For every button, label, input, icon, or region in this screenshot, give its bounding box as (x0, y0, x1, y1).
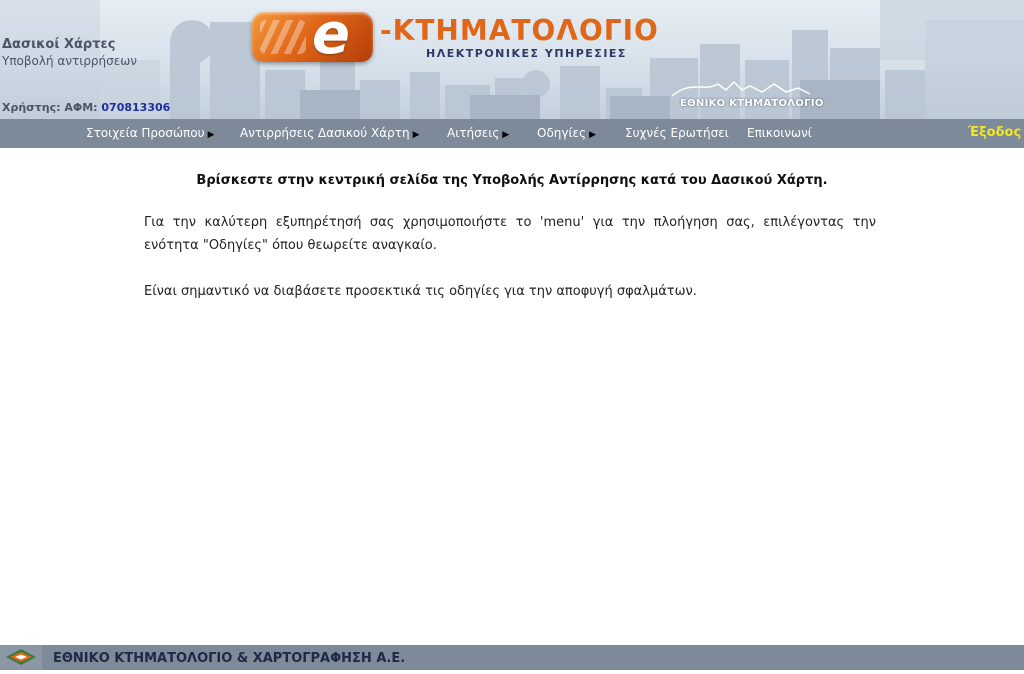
logout-link[interactable]: Έξοδος (968, 119, 1021, 148)
nav-item-label: Οδηγίες (537, 126, 587, 140)
footer-logo (0, 645, 42, 670)
page-header: Δασικοί Χάρτες Υποβολή αντιρρήσεων Χρήστ… (0, 0, 1024, 119)
site-title: Δασικοί Χάρτες (2, 37, 116, 52)
nav-item-faq[interactable]: Συχνές Ερωτήσει (625, 119, 731, 148)
nav-item-applications[interactable]: Αιτήσεις ▶ (447, 119, 509, 148)
info-paragraph-warning: Είναι σημαντικό να διαβάσετε προσεκτικά … (144, 284, 697, 299)
logo-stripes (260, 20, 306, 54)
stacked-layers-icon (6, 649, 36, 665)
triangle-right-icon: ▶ (502, 130, 510, 140)
nav-item-label: Συχνές Ερωτήσει (625, 126, 729, 140)
triangle-right-icon: ▶ (412, 130, 420, 140)
logo-subtitle: ΗΛΕΚΤΡΟΝΙΚΕΣ ΥΠΗΡΕΣΙΕΣ (426, 47, 627, 60)
e-logo-badge: e (252, 12, 373, 62)
user-label: Χρήστης: ΑΦΜ: (2, 101, 98, 114)
nav-item-personal-info[interactable]: Στοιχεία Προσώπου ▶ (86, 119, 214, 148)
main-nav: Στοιχεία Προσώπου ▶ Αντιρρήσεις Δασικού Χ… (0, 119, 1024, 148)
org-logo-text: ΕΘΝΙΚΟ ΚΤΗΜΑΤΟΛΟΓΙΟ (680, 98, 824, 109)
ktimatologio-hills-logo-icon (671, 80, 811, 97)
logo-letter: e (312, 12, 350, 62)
triangle-right-icon: ▶ (207, 130, 215, 140)
nav-item-contact[interactable]: Επικοινωνί (747, 119, 813, 148)
page-heading: Βρίσκεστε στην κεντρική σελίδα της Υποβο… (196, 173, 828, 188)
logo-title: -ΚΤΗΜΑΤΟΛΟΓΙΟ (380, 14, 659, 47)
nav-item-label: Αντιρρήσεις Δασικού Χάρτη (240, 126, 410, 140)
user-afm: 070813306 (101, 101, 171, 114)
nav-item-instructions[interactable]: Οδηγίες ▶ (537, 119, 596, 148)
triangle-right-icon: ▶ (589, 130, 597, 140)
user-info: Χρήστης: ΑΦΜ: 070813306 (2, 101, 170, 114)
nav-item-label: Αιτήσεις (447, 126, 500, 140)
nav-item-label: Στοιχεία Προσώπου (86, 126, 205, 140)
footer-company-name: ΕΘΝΙΚΟ ΚΤΗΜΑΤΟΛΟΓΙΟ & ΧΑΡΤΟΓΡΑΦΗΣΗ Α.Ε. (53, 651, 406, 666)
page-footer: ΕΘΝΙΚΟ ΚΤΗΜΑΤΟΛΟΓΙΟ & ΧΑΡΤΟΓΡΑΦΗΣΗ Α.Ε. (0, 645, 1024, 670)
nav-item-objections[interactable]: Αντιρρήσεις Δασικού Χάρτη ▶ (240, 119, 420, 148)
site-info: Δασικοί Χάρτες Υποβολή αντιρρήσεων (2, 37, 137, 68)
site-subtitle: Υποβολή αντιρρήσεων (2, 54, 137, 68)
info-paragraph-menu: Για την καλύτερη εξυπηρέτησή σας χρησιμο… (144, 215, 876, 253)
nav-item-label: Επικοινωνί (747, 126, 812, 140)
